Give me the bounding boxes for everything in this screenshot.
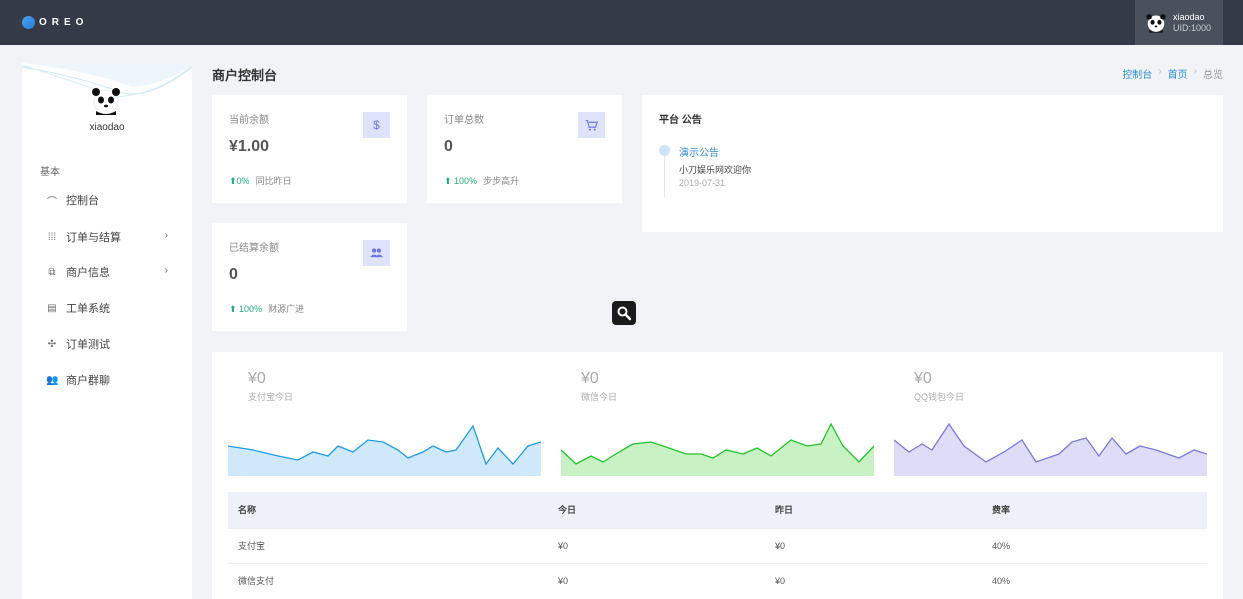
table-row: 支付宝 ¥0 ¥0 40% bbox=[228, 527, 1207, 563]
notice-link[interactable]: 演示公告 bbox=[679, 144, 719, 159]
column-header: 昨日 bbox=[775, 505, 794, 516]
channel-amount: ¥0 bbox=[248, 370, 266, 387]
user-name: xiaodao bbox=[1173, 11, 1205, 22]
notice-body: 小刀娱乐网欢迎你 bbox=[679, 165, 752, 175]
stat-change: ⬆ 100% 步步高升 bbox=[444, 174, 519, 187]
stat-change-desc: 财源广进 bbox=[268, 304, 305, 314]
sidebar: xiaodao 基本 ⌒ 控制台 ⁞⁞⁞ 订单与结算 › ⧉ 商户信息 › ▤ … bbox=[22, 63, 192, 599]
table-header-row: 名称 今日 昨日 费率 bbox=[228, 492, 1207, 528]
table-cell: 40% bbox=[982, 527, 1207, 563]
arrow-up-icon: ⬆ bbox=[444, 176, 455, 186]
qqwallet-sparkline bbox=[894, 422, 1207, 476]
people-icon bbox=[363, 240, 390, 266]
stat-change-value: 100% bbox=[239, 304, 263, 314]
panda-avatar-icon bbox=[92, 88, 120, 115]
notice-card: 平台 公告 演示公告 小刀娱乐网欢迎你 2019-07-31 bbox=[642, 95, 1223, 232]
chevron-right-icon: › bbox=[1193, 66, 1197, 77]
channel-amount: ¥0 bbox=[581, 370, 599, 387]
dollar-icon: $ bbox=[363, 112, 390, 138]
page-title: 商户控制台 bbox=[212, 68, 278, 83]
stat-change-desc: 步步高升 bbox=[483, 176, 520, 186]
sidebar-section-label: 基本 bbox=[40, 167, 60, 178]
table-row: 微信支付 ¥0 ¥0 40% bbox=[228, 562, 1207, 598]
ticket-icon: ▤ bbox=[47, 302, 57, 314]
notice-title: 平台 公告 bbox=[659, 115, 702, 126]
breadcrumb-current: 总览 bbox=[1203, 70, 1223, 81]
column-header: 费率 bbox=[992, 505, 1011, 516]
wechat-sparkline bbox=[561, 422, 874, 476]
stat-change: ⬆0% 同比昨日 bbox=[229, 174, 292, 187]
logo-text: OREO bbox=[39, 17, 89, 28]
stat-card-balance: 当前余额 ¥1.00 ⬆0% 同比昨日 $ bbox=[212, 95, 407, 203]
arrow-up-icon: ⬆ bbox=[229, 304, 240, 314]
chevron-right-icon: › bbox=[1158, 66, 1162, 77]
user-menu[interactable]: xiaodao UID:1000 bbox=[1135, 0, 1223, 45]
timeline-line bbox=[664, 155, 665, 197]
search-icon[interactable] bbox=[612, 301, 636, 325]
breadcrumb: 控制台 › 首页 › 总览 bbox=[1122, 66, 1223, 81]
app-logo[interactable]: OREO bbox=[22, 16, 88, 29]
column-header: 名称 bbox=[238, 505, 257, 516]
column-header: 今日 bbox=[558, 505, 577, 516]
table-cell: 微信支付 bbox=[228, 562, 548, 598]
table-cell: ¥0 bbox=[548, 527, 765, 563]
breadcrumb-item[interactable]: 控制台 bbox=[1122, 66, 1152, 81]
stat-card-settled: 已结算余额 0 ⬆ 100% 财源广进 bbox=[212, 223, 407, 331]
logo-mark-icon bbox=[22, 16, 35, 29]
stat-value: ¥1.00 bbox=[229, 138, 270, 155]
chevron-right-icon: › bbox=[164, 265, 168, 276]
copy-icon: ⧉ bbox=[48, 266, 56, 278]
notice-date: 2019-07-31 bbox=[679, 178, 726, 188]
table-cell: 40% bbox=[982, 562, 1207, 598]
people-icon: 👥 bbox=[46, 374, 59, 386]
timeline-dot bbox=[659, 145, 670, 156]
sidebar-item-order-test[interactable]: ✣ 订单测试 bbox=[22, 332, 192, 356]
stat-change-value: 0% bbox=[236, 176, 250, 186]
channel-label: 微信今日 bbox=[581, 392, 618, 402]
sidebar-item-label: 商户群聊 bbox=[66, 375, 110, 387]
stat-label: 已结算余额 bbox=[229, 243, 279, 254]
panda-avatar-icon bbox=[1146, 13, 1166, 33]
user-uid: UID:1000 bbox=[1173, 22, 1212, 33]
breadcrumb-item[interactable]: 首页 bbox=[1168, 66, 1188, 81]
sidebar-item-group-chat[interactable]: 👥 商户群聊 bbox=[22, 368, 192, 392]
stat-label: 订单总数 bbox=[444, 115, 484, 126]
sidebar-item-label: 工单系统 bbox=[66, 303, 110, 315]
alipay-sparkline bbox=[228, 424, 541, 476]
chevron-right-icon: › bbox=[164, 230, 168, 241]
dashboard-icon: ⌒ bbox=[47, 196, 57, 208]
sidebar-item-tickets[interactable]: ▤ 工单系统 bbox=[22, 296, 192, 320]
sidebar-item-dashboard[interactable]: ⌒ 控制台 bbox=[22, 188, 192, 212]
stat-card-orders: 订单总数 0 ⬆ 100% 步步高升 bbox=[427, 95, 622, 203]
stat-label: 当前余额 bbox=[229, 115, 269, 126]
top-bar: OREO xiaodao UID:1000 bbox=[0, 0, 1243, 45]
grid-icon: ⁞⁞⁞ bbox=[47, 231, 57, 243]
table-cell: 支付宝 bbox=[228, 527, 548, 563]
table-cell: ¥0 bbox=[765, 562, 982, 598]
table-cell: ¥0 bbox=[765, 527, 982, 563]
channel-amount: ¥0 bbox=[914, 370, 932, 387]
stat-value: 0 bbox=[229, 266, 238, 283]
sidebar-username: xiaodao bbox=[89, 122, 125, 133]
arrow-up-icon: ⬆ bbox=[229, 176, 237, 186]
channel-label: QQ钱包今日 bbox=[914, 392, 965, 402]
sidebar-item-label: 控制台 bbox=[66, 195, 99, 207]
stat-change: ⬆ 100% 财源广进 bbox=[229, 302, 304, 315]
table-cell: ¥0 bbox=[548, 562, 765, 598]
sidebar-item-label: 订单测试 bbox=[66, 339, 110, 351]
channel-label: 支付宝今日 bbox=[248, 392, 294, 402]
stat-change-value: 100% bbox=[454, 176, 478, 186]
sidebar-item-orders[interactable]: ⁞⁞⁞ 订单与结算 › bbox=[22, 225, 192, 249]
move-icon: ✣ bbox=[47, 338, 57, 350]
stat-value: 0 bbox=[444, 138, 453, 155]
sidebar-item-merchant-info[interactable]: ⧉ 商户信息 › bbox=[22, 260, 192, 284]
sidebar-item-label: 订单与结算 bbox=[66, 232, 121, 244]
stat-change-desc: 同比昨日 bbox=[255, 176, 292, 186]
sidebar-item-label: 商户信息 bbox=[66, 267, 110, 279]
channel-table: 名称 今日 昨日 费率 支付宝 ¥0 ¥0 40% 微信支付 ¥0 ¥0 40% bbox=[228, 492, 1207, 598]
cart-icon bbox=[578, 112, 605, 138]
